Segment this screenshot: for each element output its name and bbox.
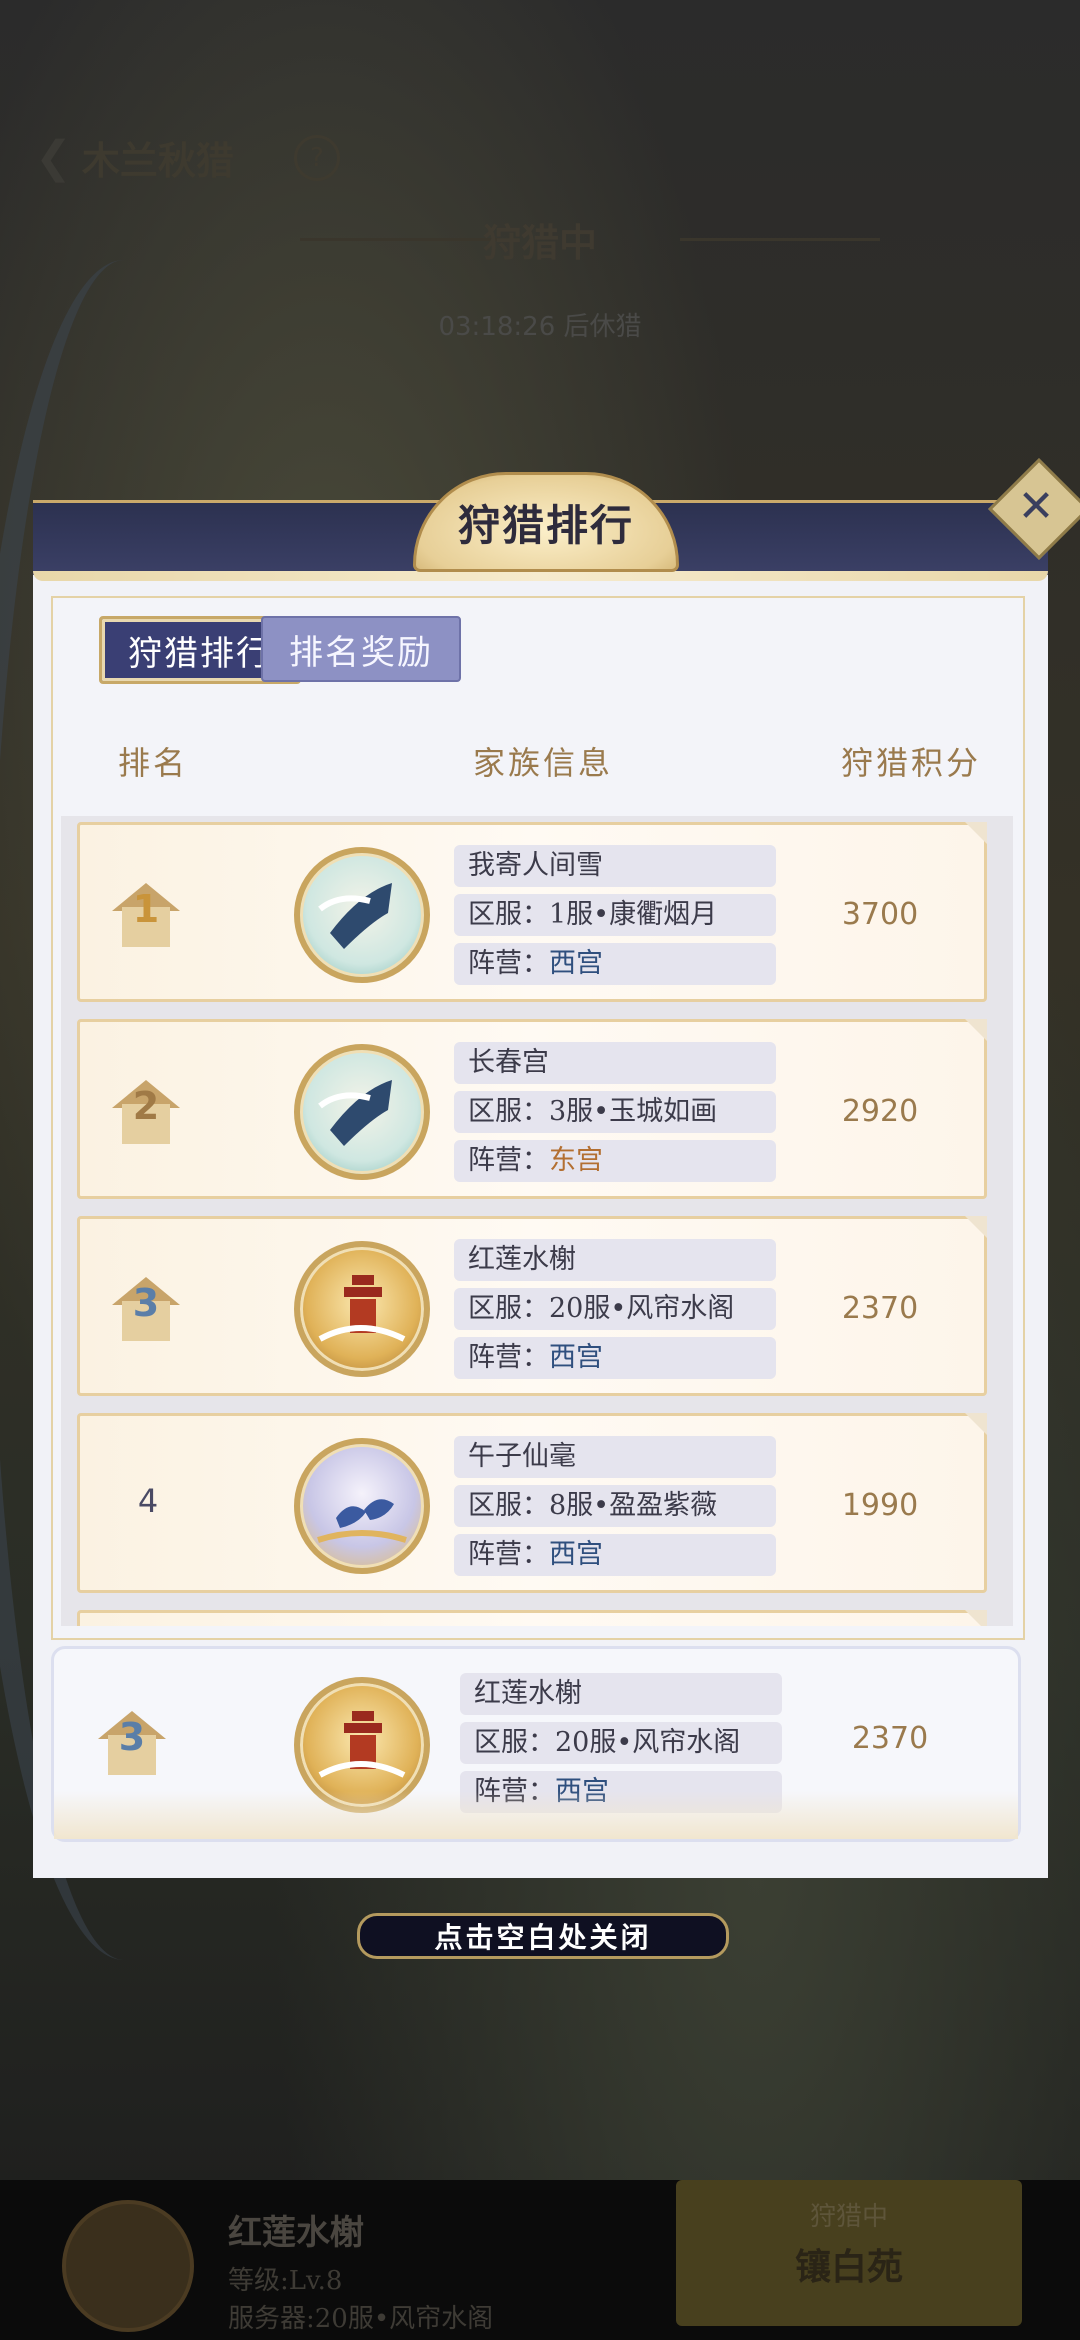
decorative-cloud [54,1791,1018,1839]
hunt-timer: 03:18:26 后休猎 [438,312,642,342]
family-name: 红莲水榭 [454,1239,776,1281]
family-name: 午子仙毫 [454,1436,776,1478]
ranking-row[interactable] [77,1610,987,1626]
column-header-rank: 排名 [118,744,189,782]
pagoda-emblem-icon [294,1241,430,1377]
modal-title: 狩猎排行 [457,500,634,550]
family-name: 红莲水榭 [460,1673,782,1715]
my-family-row[interactable]: 3 红莲水榭 区服：20服•风帘水阁 阵营：西宫 2370 [51,1646,1021,1842]
event-title: 木兰秋猎 [81,138,234,183]
hunt-score: 1990 [841,1488,919,1523]
ranking-modal: 狩猎排行 狩猎排行 排名奖励 排名 家族信息 狩猎积分 1 我寄人间雪 区服：1… [33,472,1048,1878]
rank-badge-icon: 3 [94,1705,170,1781]
help-icon[interactable]: ? [293,134,340,181]
family-name: 长春宫 [454,1042,776,1084]
hunt-score: 2370 [851,1721,929,1756]
birds-emblem-icon [294,1438,430,1574]
player-server: 服务器:20服•风帘水阁 [228,2304,494,2334]
family-camp: 阵营：西宫 [454,1534,776,1576]
hunt-score: 2370 [841,1291,919,1326]
ranking-row[interactable]: 4 午子仙毫 区服：8服•盈盈紫薇 阵营：西宫 1990 [77,1413,987,1593]
family-server: 区服：20服•风帘水阁 [454,1288,776,1330]
hunt-status: 狩猎中 [482,220,597,265]
hunt-action-status: 狩猎中 [809,2202,888,2232]
player-level: 等级:Lv.8 [228,2266,343,2296]
family-camp: 阵营：东宫 [454,1140,776,1182]
back-arrow-icon[interactable]: ❮ [35,132,72,183]
family-server: 区服：3服•玉城如画 [454,1091,776,1133]
scroll-emblem-icon [294,1044,430,1180]
close-icon[interactable]: ✕ [1003,473,1069,539]
family-camp: 阵营：西宫 [454,1337,776,1379]
family-server: 区服：8服•盈盈紫薇 [454,1485,776,1527]
family-name: 我寄人间雪 [454,845,776,887]
family-server: 区服：20服•风帘水阁 [460,1722,782,1764]
ranking-list[interactable]: 1 我寄人间雪 区服：1服•康衢烟月 阵营：西宫 3700 2 长春宫 区服：3… [61,816,1013,1626]
ranking-panel: 狩猎排行 排名奖励 排名 家族信息 狩猎积分 1 我寄人间雪 区服：1服•康衢烟… [51,596,1025,1640]
ranking-row[interactable]: 2 长春宫 区服：3服•玉城如画 阵营：东宫 2920 [77,1019,987,1199]
rank-badge-icon: 2 [108,1074,184,1150]
column-header-family: 家族信息 [473,744,614,782]
family-camp: 阵营：西宫 [454,943,776,985]
tab-rank-rewards[interactable]: 排名奖励 [261,616,461,682]
rank-badge-icon: 3 [108,1271,184,1347]
tap-to-close-hint[interactable]: 点击空白处关闭 [357,1913,729,1959]
hunt-score: 3700 [841,897,919,932]
family-server: 区服：1服•康衢烟月 [454,894,776,936]
hunt-action-label: 镶白苑 [794,2246,903,2288]
rank-number: 4 [137,1482,159,1520]
player-name: 红莲水榭 [228,2213,364,2253]
ranking-row[interactable]: 3 红莲水榭 区服：20服•风帘水阁 阵营：西宫 2370 [77,1216,987,1396]
scroll-emblem-icon [294,847,430,983]
rank-badge-icon: 1 [108,877,184,953]
column-header-score: 狩猎积分 [841,744,982,782]
hunt-score: 2920 [841,1094,919,1129]
event-header: ❮ 木兰秋猎 ? [35,130,340,185]
ranking-row[interactable]: 1 我寄人间雪 区服：1服•康衢烟月 阵营：西宫 3700 [77,822,987,1002]
player-avatar[interactable] [62,2200,194,2332]
